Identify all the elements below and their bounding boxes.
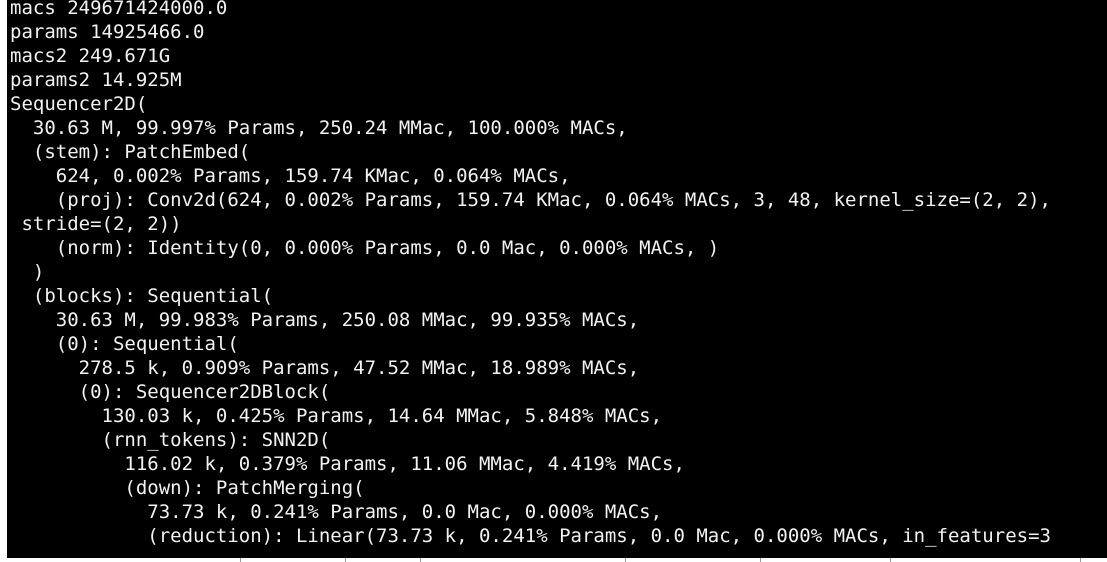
edge-tick — [420, 558, 421, 562]
terminal-text: macs 249671424000.0 params 14925466.0 macs… — [10, 0, 1051, 548]
bottom-edge — [0, 558, 1107, 562]
edge-tick — [760, 558, 761, 562]
terminal-line: 30.63 M, 99.983% Params, 250.08 MMac, 99… — [10, 309, 640, 331]
edge-tick — [1080, 558, 1081, 562]
terminal-line: macs2 249.671G — [10, 45, 171, 67]
terminal-line: (rnn_tokens): SNN2D( — [10, 429, 331, 451]
terminal-line: (proj): Conv2d(624, 0.002% Params, 159.7… — [10, 189, 1051, 211]
terminal-line: macs 249671424000.0 — [10, 0, 228, 19]
terminal-line: 278.5 k, 0.909% Params, 47.52 MMac, 18.9… — [10, 357, 640, 379]
terminal-line: (stem): PatchEmbed( — [10, 141, 251, 163]
terminal-line: (down): PatchMerging( — [10, 477, 365, 499]
terminal-line: 30.63 M, 99.997% Params, 250.24 MMac, 10… — [10, 117, 628, 139]
terminal-line: (0): Sequential( — [10, 333, 239, 355]
terminal-line: 130.03 k, 0.425% Params, 14.64 MMac, 5.8… — [10, 405, 663, 427]
edge-tick — [345, 558, 346, 562]
terminal-line: stride=(2, 2)) — [10, 213, 182, 235]
edge-tick — [890, 558, 891, 562]
terminal-line: 73.73 k, 0.241% Params, 0.0 Mac, 0.000% … — [10, 501, 663, 523]
terminal-line: 116.02 k, 0.379% Params, 11.06 MMac, 4.4… — [10, 453, 685, 475]
terminal-line: (0): Sequencer2DBlock( — [10, 381, 331, 403]
terminal-line: (norm): Identity(0, 0.000% Params, 0.0 M… — [10, 237, 720, 259]
terminal-output: macs 249671424000.0 params 14925466.0 macs… — [7, 0, 1107, 558]
terminal-line: params2 14.925M — [10, 69, 182, 91]
terminal-line: ) — [10, 261, 45, 283]
edge-tick — [240, 558, 241, 562]
terminal-line: (blocks): Sequential( — [10, 285, 274, 307]
terminal-line: params 14925466.0 — [10, 21, 205, 43]
terminal-line: (reduction): Linear(73.73 k, 0.241% Para… — [10, 525, 1051, 547]
edge-tick — [625, 558, 626, 562]
terminal-line: 624, 0.002% Params, 159.74 KMac, 0.064% … — [10, 165, 571, 187]
terminal-line: Sequencer2D( — [10, 93, 148, 115]
